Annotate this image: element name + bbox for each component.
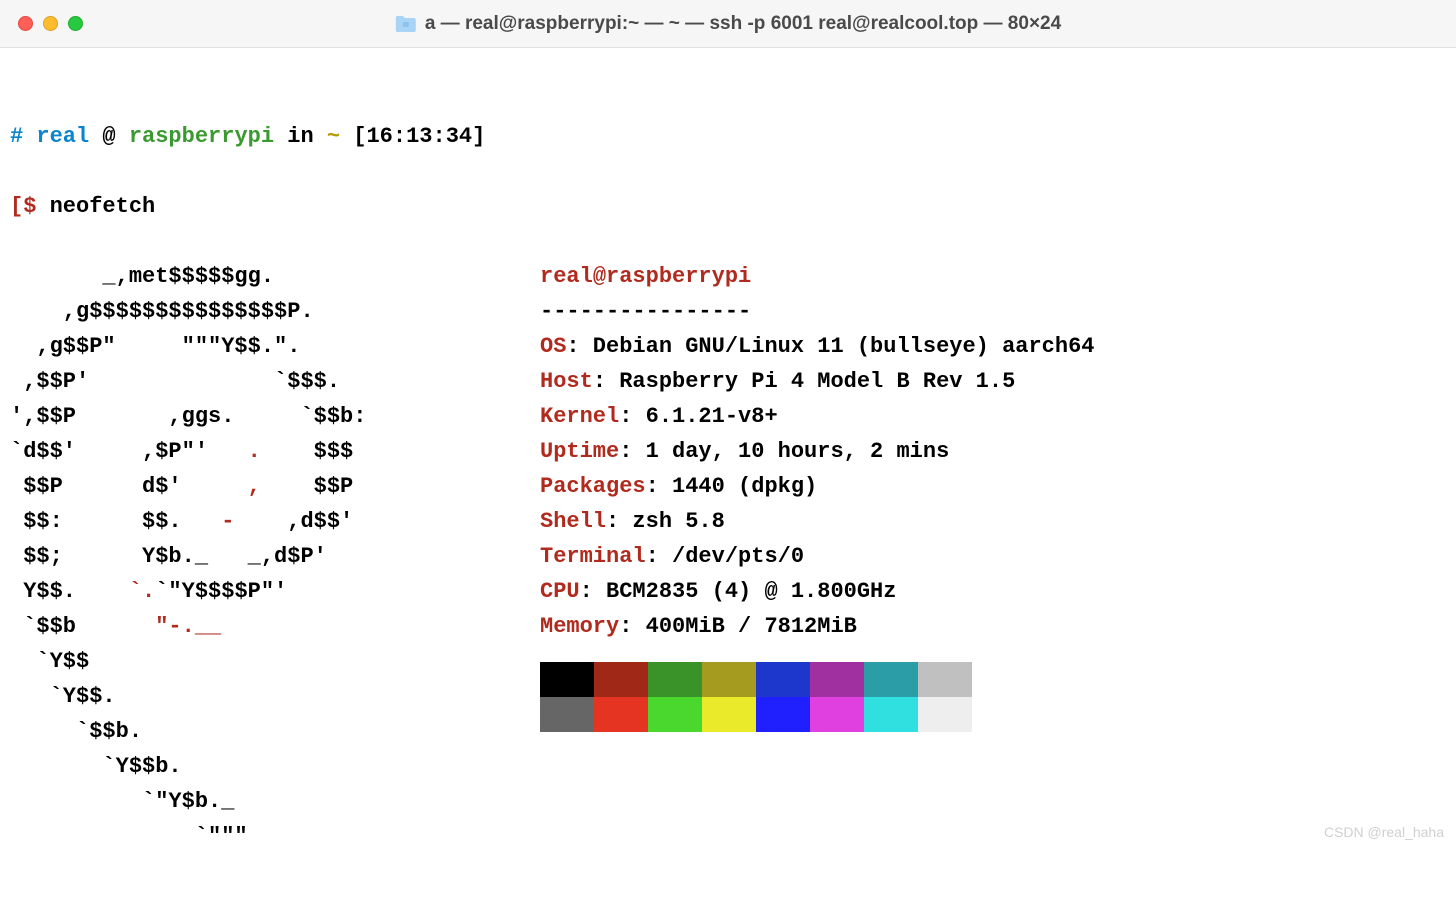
cpu-label: CPU — [540, 579, 580, 604]
color-swatch-0 — [540, 662, 594, 697]
minimize-button[interactable] — [43, 16, 58, 31]
terminal-content[interactable]: # real @ raspberrypi in ~ [16:13:34] [$ … — [0, 48, 1456, 899]
ascii-l6b: . — [248, 439, 261, 464]
prompt-dollar: $ — [23, 194, 36, 219]
shell-value: : zsh 5.8 — [606, 509, 725, 534]
os-value: : Debian GNU/Linux 11 (bullseye) aarch64 — [566, 334, 1094, 359]
ascii-l7c: $$P — [261, 474, 353, 499]
info-divider: ---------------- — [540, 299, 751, 324]
watermark: CSDN @real_haha — [1324, 824, 1444, 840]
ascii-l14: `$$b. — [10, 719, 142, 744]
ascii-l1: _,met$$$$$gg. — [10, 264, 274, 289]
color-swatch-b4 — [756, 697, 810, 732]
ascii-l8b: - — [221, 509, 234, 534]
prompt-path: ~ — [327, 124, 340, 149]
window-title-wrap: a — real@raspberrypi:~ — ~ — ssh -p 6001… — [395, 13, 1061, 35]
color-swatch-2 — [648, 662, 702, 697]
kernel-label: Kernel — [540, 404, 619, 429]
prompt-user: real — [36, 124, 89, 149]
color-swatch-b1 — [594, 697, 648, 732]
color-swatches — [540, 644, 1446, 732]
ascii-l10b: `. — [129, 579, 155, 604]
swatch-row-1 — [540, 662, 1446, 697]
system-info: real@raspberrypi ---------------- OS: De… — [540, 259, 1446, 854]
packages-value: : 1440 (dpkg) — [646, 474, 818, 499]
color-swatch-b7 — [918, 697, 972, 732]
ascii-l11a: `$$b — [10, 614, 155, 639]
ascii-l3: ,g$$P" """Y$$.". — [10, 334, 300, 359]
uptime-value: : 1 day, 10 hours, 2 mins — [619, 439, 949, 464]
ascii-l5: ',$$P ,ggs. `$$b: — [10, 404, 366, 429]
color-swatch-4 — [756, 662, 810, 697]
neofetch-output: _,met$$$$$gg. ,g$$$$$$$$$$$$$$$P. ,g$$P"… — [10, 259, 1446, 854]
prompt-line-2: [$ neofetch — [10, 189, 1446, 224]
color-swatch-b2 — [648, 697, 702, 732]
folder-icon — [395, 15, 417, 33]
cpu-value: : BCM2835 (4) @ 1.800GHz — [580, 579, 897, 604]
color-swatch-1 — [594, 662, 648, 697]
ascii-l7b: , — [248, 474, 261, 499]
window-title: a — real@raspberrypi:~ — ~ — ssh -p 6001… — [425, 13, 1061, 35]
ascii-l6c: $$$ — [261, 439, 353, 464]
color-swatch-6 — [864, 662, 918, 697]
info-at: @ — [593, 264, 606, 289]
color-swatch-7 — [918, 662, 972, 697]
prompt-line-1: # real @ raspberrypi in ~ [16:13:34] — [10, 119, 1446, 154]
ascii-art: _,met$$$$$gg. ,g$$$$$$$$$$$$$$$P. ,g$$P"… — [10, 259, 540, 854]
ascii-l11b: "-.__ — [155, 614, 221, 639]
packages-label: Packages — [540, 474, 646, 499]
prompt-time: [16:13:34] — [353, 124, 485, 149]
info-host: raspberrypi — [606, 264, 751, 289]
traffic-lights — [18, 16, 83, 31]
ascii-l6a: `d$$' ,$P"' — [10, 439, 248, 464]
prompt-in: in — [287, 124, 313, 149]
color-swatch-b6 — [864, 697, 918, 732]
os-label: OS — [540, 334, 566, 359]
color-swatch-5 — [810, 662, 864, 697]
color-swatch-b5 — [810, 697, 864, 732]
ascii-l12: `Y$$ — [10, 649, 89, 674]
color-swatch-b3 — [702, 697, 756, 732]
memory-value: : 400MiB / 7812MiB — [619, 614, 857, 639]
command-text: neofetch — [50, 194, 156, 219]
prompt-host: raspberrypi — [129, 124, 274, 149]
uptime-label: Uptime — [540, 439, 619, 464]
ascii-l13: `Y$$. — [10, 684, 116, 709]
ascii-l9: $$; Y$b._ _,d$P' — [10, 544, 327, 569]
swatch-row-2 — [540, 697, 1446, 732]
window-titlebar: a — real@raspberrypi:~ — ~ — ssh -p 6001… — [0, 0, 1456, 48]
ascii-l17: `""" — [10, 824, 248, 849]
shell-label: Shell — [540, 509, 606, 534]
ascii-l10c: `"Y$$$$P"' — [155, 579, 287, 604]
color-swatch-3 — [702, 662, 756, 697]
terminal-value: : /dev/pts/0 — [646, 544, 804, 569]
ascii-l10a: Y$$. — [10, 579, 129, 604]
maximize-button[interactable] — [68, 16, 83, 31]
ascii-l8a: $$: $$. — [10, 509, 221, 534]
ascii-l4: ,$$P' `$$$. — [10, 369, 340, 394]
memory-label: Memory — [540, 614, 619, 639]
terminal-label: Terminal — [540, 544, 646, 569]
ascii-l15: `Y$$b. — [10, 754, 182, 779]
color-swatch-b0 — [540, 697, 594, 732]
host-label: Host — [540, 369, 593, 394]
ascii-l7a: $$P d$' — [10, 474, 248, 499]
prompt-bracket: [ — [10, 194, 23, 219]
info-user: real — [540, 264, 593, 289]
ascii-l8c: ,d$$' — [234, 509, 353, 534]
prompt-hash: # — [10, 124, 23, 149]
prompt-at: @ — [102, 124, 115, 149]
kernel-value: : 6.1.21-v8+ — [619, 404, 777, 429]
close-button[interactable] — [18, 16, 33, 31]
ascii-l2: ,g$$$$$$$$$$$$$$$P. — [10, 299, 314, 324]
host-value: : Raspberry Pi 4 Model B Rev 1.5 — [593, 369, 1015, 394]
ascii-l16: `"Y$b._ — [10, 789, 234, 814]
